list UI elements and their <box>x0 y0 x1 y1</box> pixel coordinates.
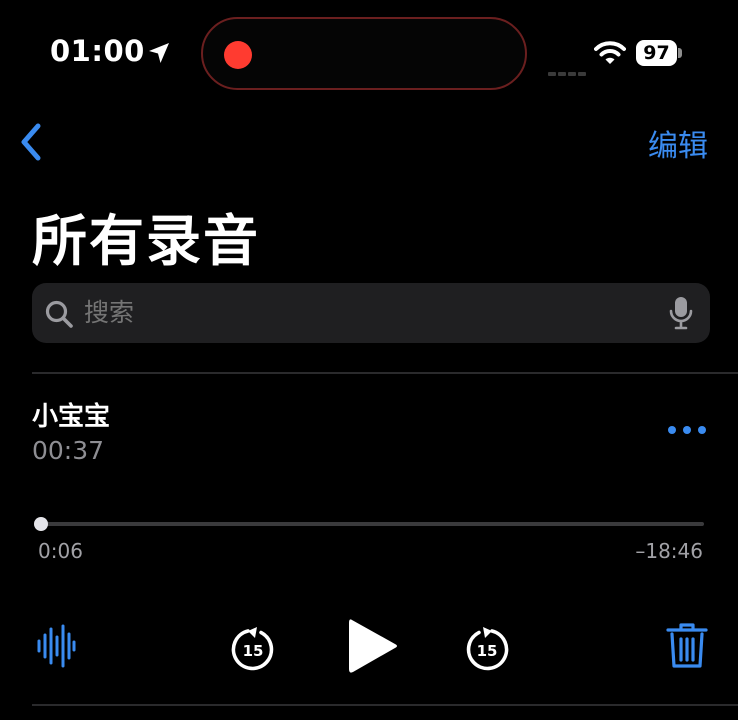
skip-forward-seconds: 15 <box>476 642 498 660</box>
scrubber-handle[interactable] <box>34 517 49 531</box>
bottom-divider <box>32 704 738 706</box>
playback-scrubber[interactable] <box>34 517 704 531</box>
skip-back-seconds: 15 <box>242 642 264 660</box>
remaining-time: –18:46 <box>635 539 703 563</box>
battery-level: 97 <box>636 40 677 66</box>
waveform-icon[interactable] <box>36 624 76 668</box>
skip-forward-15-button[interactable]: 15 <box>462 624 512 674</box>
search-bar[interactable] <box>32 283 710 343</box>
chevron-left-icon[interactable] <box>14 120 48 164</box>
wifi-icon <box>594 41 626 64</box>
page-title: 所有录音 <box>32 209 261 273</box>
trash-icon[interactable] <box>666 622 708 670</box>
list-divider <box>32 372 738 374</box>
battery-icon: 97 <box>636 40 682 66</box>
edit-button[interactable]: 编辑 <box>648 121 708 165</box>
more-options-button[interactable] <box>666 420 708 440</box>
location-arrow-icon <box>149 43 169 63</box>
recording-dot-icon <box>224 41 252 69</box>
voice-memos-screen: 01:00 97 编辑 所有录音 小宝宝 <box>0 0 738 720</box>
play-icon[interactable] <box>346 616 400 676</box>
microphone-icon[interactable] <box>668 296 694 330</box>
status-time: 01:00 <box>50 34 145 68</box>
recording-duration: 00:37 <box>32 436 105 465</box>
cellular-signal-icon <box>548 57 588 76</box>
elapsed-time: 0:06 <box>38 539 83 563</box>
search-input[interactable] <box>84 283 644 343</box>
ellipsis-icon <box>668 426 676 434</box>
skip-back-15-button[interactable]: 15 <box>228 624 278 674</box>
dynamic-island[interactable] <box>201 17 527 90</box>
search-icon <box>45 300 73 328</box>
recording-title[interactable]: 小宝宝 <box>32 396 110 433</box>
